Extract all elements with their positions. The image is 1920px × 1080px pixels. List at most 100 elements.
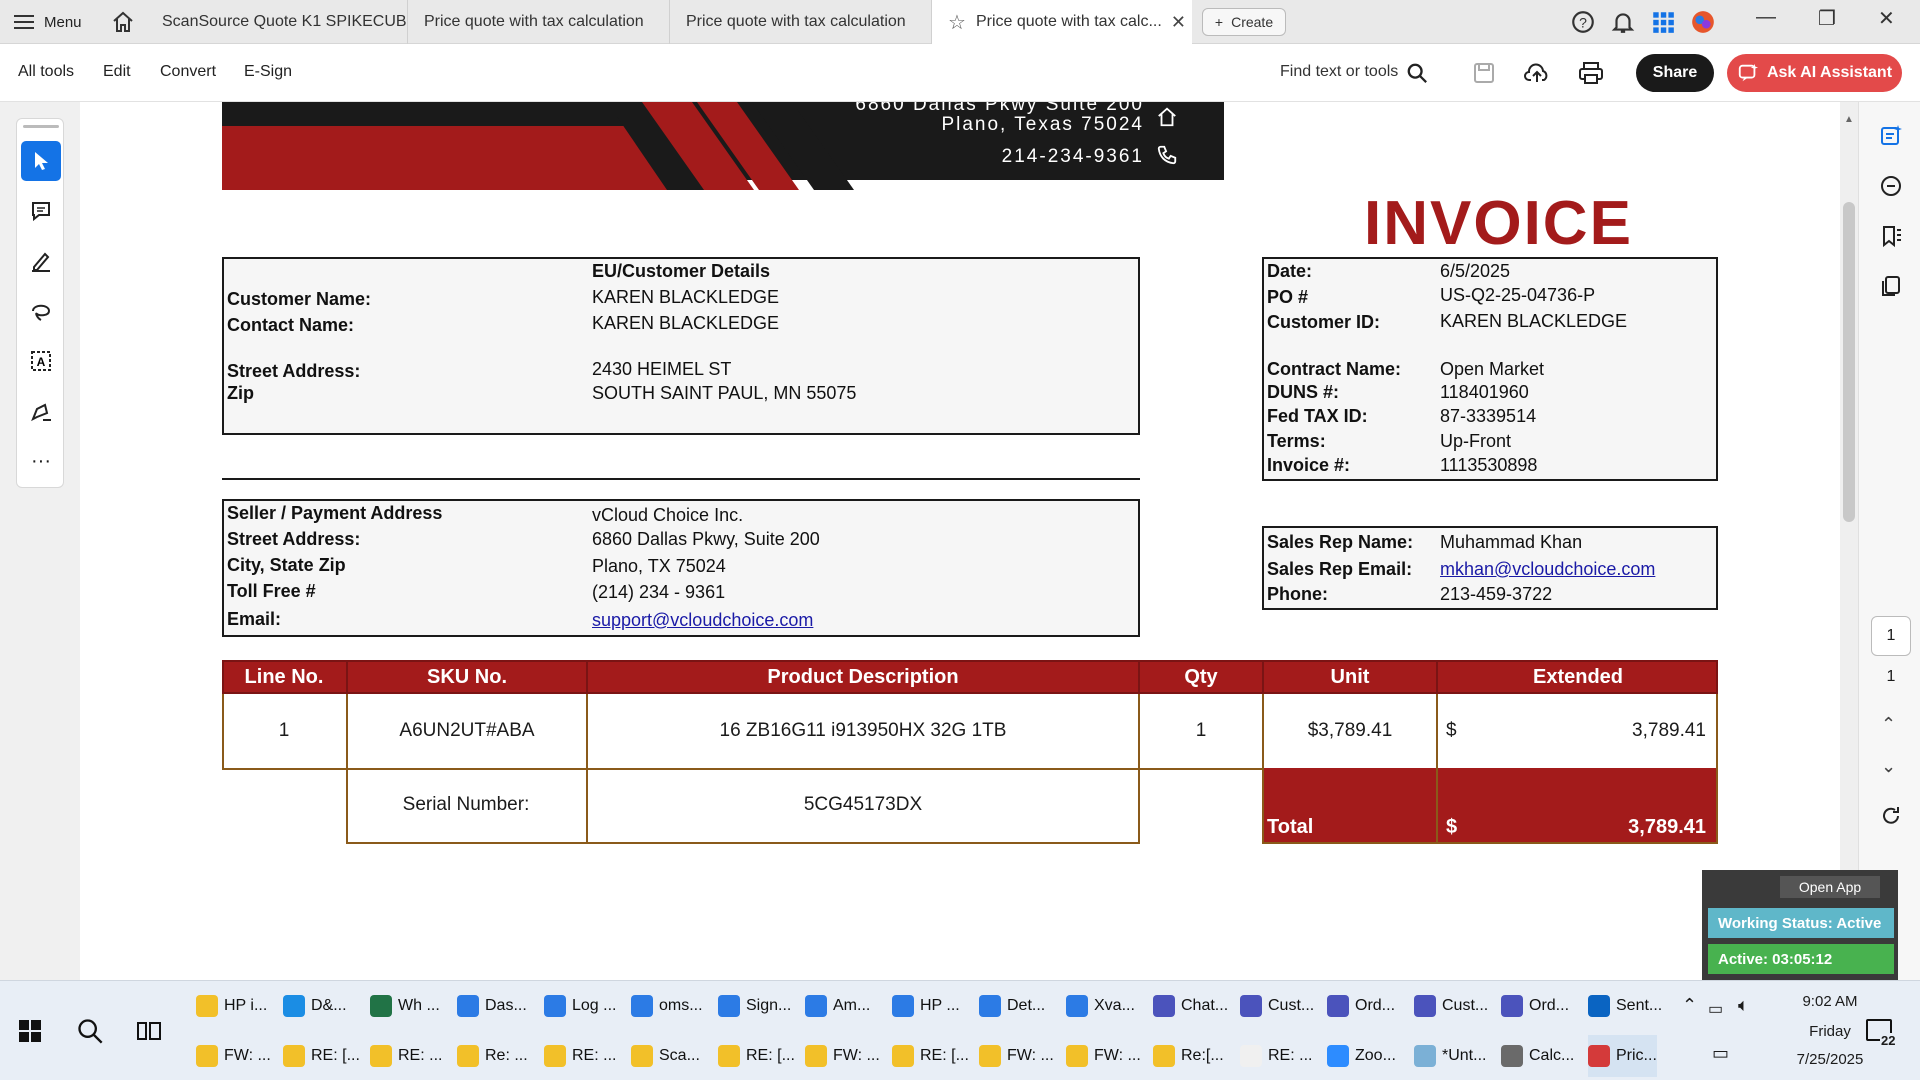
lasso-icon [32,304,51,321]
profile-avatar-icon[interactable] [1690,8,1716,36]
mail-icon [1240,1045,1262,1067]
close-icon[interactable]: ✕ [1171,12,1186,33]
system-tray-expand-icon[interactable]: ⌃ [1682,995,1697,1016]
edit-menu[interactable]: Edit [103,63,131,81]
save-icon[interactable] [1472,61,1496,85]
open-app-button[interactable]: Open App [1780,876,1880,898]
taskbar-app-button[interactable]: Das... [457,985,527,1027]
tab-scansource[interactable]: ScanSource Quote K1 SPIKECUB... [146,0,408,44]
seller-tollfree-label: Toll Free # [227,581,316,601]
ask-ai-assistant-button[interactable]: Ask AI Assistant [1727,54,1902,92]
taskbar-app-button[interactable]: Log ... [544,985,616,1027]
taskbar-app-button[interactable]: FW: ... [979,1035,1054,1077]
taskbar-search-icon[interactable] [76,1017,104,1045]
rep-email-link[interactable]: mkhan@vcloudchoice.com [1440,559,1655,580]
fedtax-label: Fed TAX ID: [1267,406,1368,426]
rotate-icon[interactable] [1879,804,1903,828]
star-icon[interactable]: ☆ [948,10,966,35]
scroll-up-icon[interactable]: ▲ [1844,114,1854,125]
windows-start-icon[interactable] [18,1019,42,1043]
taskbar-app-button[interactable]: Am... [805,985,870,1027]
scroll-thumb[interactable] [1843,202,1855,522]
taskbar-app-button[interactable]: RE: [... [718,1035,795,1077]
bookmarks-icon[interactable] [1879,224,1903,248]
more-tools-icon[interactable]: ··· [21,441,61,481]
taskbar-app-button[interactable]: HP ... [892,985,960,1027]
tab-price-quote-2[interactable]: Price quote with tax calculation [670,0,932,44]
taskbar-app-button[interactable]: HP i... [196,985,267,1027]
customer-details-box: EU/Customer Details Customer Name: KAREN… [222,257,1140,435]
tab-price-quote-active[interactable]: ☆ Price quote with tax calc... ✕ [932,0,1192,44]
comments-panel-icon[interactable] [1879,174,1903,198]
taskbar-app-button[interactable]: RE: ... [1240,1035,1312,1077]
window-close-icon[interactable]: ✕ [1878,6,1895,31]
sign-tool[interactable] [21,391,61,431]
taskbar-app-button[interactable]: D&... [283,985,347,1027]
ai-summary-icon[interactable] [1879,124,1903,148]
taskbar-app-button[interactable]: Pric... [1588,1035,1657,1077]
customer-id-value: KAREN BLACKLEDGE [1440,311,1628,331]
taskbar-app-button[interactable]: Cust... [1240,985,1314,1027]
draw-tool[interactable] [21,291,61,331]
taskbar-app-button[interactable]: Ord... [1501,985,1569,1027]
volume-icon[interactable]: 🔈︎ [1738,995,1749,1016]
page-number-input[interactable]: 1 [1871,616,1911,656]
convert-menu[interactable]: Convert [160,63,216,81]
all-tools-menu[interactable]: All tools [18,63,74,81]
share-button[interactable]: Share [1636,54,1714,92]
taskbar-app-button[interactable]: Sign... [718,985,791,1027]
task-view-icon[interactable] [136,1019,162,1043]
vertical-scrollbar[interactable]: ▲ [1840,102,1858,980]
taskbar-app-button[interactable]: Zoo... [1327,1035,1396,1077]
taskbar-app-button[interactable]: oms... [631,985,703,1027]
text-tool[interactable]: A [21,341,61,381]
print-icon[interactable] [1578,61,1604,85]
minimize-icon[interactable]: — [1756,6,1776,29]
next-page-icon[interactable]: ⌃ [1881,754,1896,775]
create-button[interactable]: + Create [1202,8,1286,36]
panel-grip[interactable] [23,125,59,128]
cloud-upload-icon[interactable] [1524,61,1550,85]
help-icon[interactable]: ? [1570,8,1596,36]
desktop-icon[interactable]: ▭ [1712,1043,1729,1064]
taskbar-app-button[interactable]: FW: ... [805,1035,880,1077]
seller-email-link[interactable]: support@vcloudchoice.com [592,610,813,631]
taskbar-app-button[interactable]: Ord... [1327,985,1395,1027]
taskbar-app-button[interactable]: RE: ... [370,1035,442,1077]
taskbar-app-button[interactable]: Wh ... [370,985,440,1027]
taskbar-app-button[interactable]: RE: ... [544,1035,616,1077]
taskbar-app-label: D&... [311,997,347,1014]
home-icon[interactable] [110,10,136,34]
bell-icon[interactable] [1610,8,1636,36]
previous-page-icon[interactable]: ⌃ [1881,714,1896,735]
find-text-button[interactable]: Find text or tools [1280,63,1398,81]
esign-menu[interactable]: E-Sign [244,63,292,81]
apps-grid-icon[interactable] [1650,8,1676,36]
taskbar-app-button[interactable]: Chat... [1153,985,1228,1027]
taskbar-app-button[interactable]: Re: ... [457,1035,528,1077]
cell-extended: $ 3,789.41 [1436,694,1718,768]
menu-button[interactable]: Menu [14,0,82,44]
restore-icon[interactable]: ❐ [1818,6,1836,31]
highlight-tool[interactable] [21,241,61,281]
taskbar-app-button[interactable]: RE: [... [892,1035,969,1077]
clock-time[interactable]: 9:02 AM [1780,993,1880,1010]
taskbar-app-button[interactable]: FW: ... [196,1035,271,1077]
battery-icon[interactable]: ▭ [1708,999,1723,1019]
taskbar-app-button[interactable]: FW: ... [1066,1035,1141,1077]
taskbar-app-button[interactable]: Sent... [1588,985,1662,1027]
taskbar-app-button[interactable]: Re:[... [1153,1035,1224,1077]
pages-thumbnails-icon[interactable] [1879,274,1903,298]
taskbar-app-button[interactable]: Det... [979,985,1045,1027]
select-tool[interactable] [21,141,61,181]
search-icon[interactable] [1406,62,1428,84]
taskbar-app-button[interactable]: Sca... [631,1035,700,1077]
taskbar-app-button[interactable]: Cust... [1414,985,1488,1027]
tab-price-quote-1[interactable]: Price quote with tax calculation [408,0,670,44]
taskbar-app-button[interactable]: RE: [... [283,1035,360,1077]
taskbar-app-button[interactable]: *Unt... [1414,1035,1486,1077]
teams-icon [1153,995,1175,1017]
taskbar-app-button[interactable]: Xva... [1066,985,1135,1027]
comment-tool[interactable] [21,191,61,231]
taskbar-app-button[interactable]: Calc... [1501,1035,1574,1077]
